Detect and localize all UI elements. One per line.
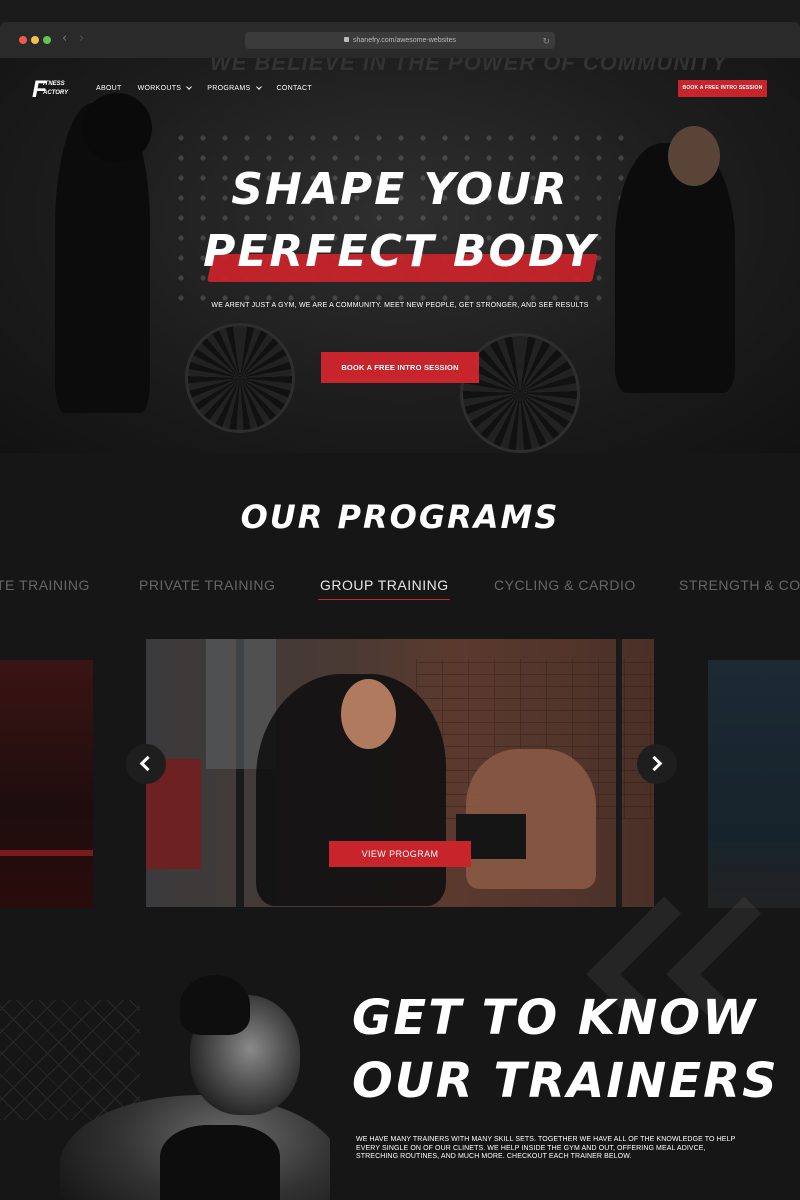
nav-workouts[interactable]: WORKOUTS bbox=[137, 83, 193, 92]
tab-private-training[interactable]: PRIVATE TRAINING bbox=[139, 577, 275, 593]
carousel-prev-button[interactable] bbox=[126, 744, 166, 784]
lock-icon bbox=[344, 36, 350, 42]
browser-chrome: ‹ › shanefry.com/awesome-websites ↻ bbox=[0, 0, 800, 58]
nav-label: PROGRAMS bbox=[207, 85, 251, 92]
logo-line1: ITNESS bbox=[43, 81, 65, 87]
chevron-down-icon bbox=[186, 83, 193, 90]
nav-about[interactable]: ABOUT bbox=[96, 85, 122, 92]
program-tabs: TE TRAINING PRIVATE TRAINING GROUP TRAIN… bbox=[0, 577, 800, 601]
forward-icon[interactable]: › bbox=[79, 31, 84, 46]
left-bike-fan bbox=[185, 323, 295, 433]
address-bar[interactable]: shanefry.com/awesome-websites ↻ bbox=[245, 32, 555, 49]
left-athlete-head bbox=[82, 93, 152, 163]
trainers-title-line2: OUR TRAINERS bbox=[352, 1053, 779, 1109]
carousel-next-button[interactable] bbox=[637, 744, 677, 784]
group-training-slide: VIEW PROGRAM bbox=[146, 639, 654, 907]
programs-title: OUR PROGRAMS bbox=[240, 498, 560, 536]
right-bike-fan bbox=[460, 333, 580, 453]
nav-programs[interactable]: PROGRAMS bbox=[207, 83, 262, 92]
logo-line2: ACTORY bbox=[43, 90, 69, 96]
previous-slide-image[interactable] bbox=[0, 660, 93, 908]
book-intro-hero-button[interactable]: BOOK A FREE INTRO SESSION bbox=[321, 352, 479, 383]
browser-toolbar: ‹ › shanefry.com/awesome-websites ↻ bbox=[0, 22, 800, 58]
nav-label: WORKOUTS bbox=[137, 85, 182, 92]
hero-title-line2: PERFECT BODY bbox=[203, 226, 597, 277]
trainer-image bbox=[40, 975, 330, 1200]
female-athlete-face bbox=[341, 679, 396, 749]
hero-title-line1: SHAPE YOUR bbox=[231, 164, 569, 215]
tab-te-training[interactable]: TE TRAINING bbox=[0, 577, 90, 593]
view-program-button[interactable]: VIEW PROGRAM bbox=[329, 841, 471, 867]
address-url: shanefry.com/awesome-websites bbox=[353, 37, 456, 44]
trainer-top bbox=[160, 1125, 280, 1200]
hero-section: WE BELIEVE IN THE POWER OF COMMUNITY F I… bbox=[0, 58, 800, 453]
trainers-title-line1: GET TO KNOW bbox=[352, 990, 758, 1046]
main-nav: ABOUT WORKOUTS PROGRAMS CONTACT bbox=[96, 83, 312, 92]
next-slide-image[interactable] bbox=[708, 660, 800, 908]
active-tab-underline bbox=[318, 599, 450, 600]
tab-cycling-cardio[interactable]: CYCLING & CARDIO bbox=[494, 577, 636, 593]
nav-contact[interactable]: CONTACT bbox=[277, 85, 312, 92]
fitness-factory-logo[interactable]: F ITNESS ACTORY bbox=[32, 78, 78, 102]
hero-subtitle: WE ARENT JUST A GYM, WE ARE A COMMUNITY.… bbox=[211, 302, 589, 309]
hero-wall-text: WE BELIEVE IN THE POWER OF COMMUNITY bbox=[210, 58, 728, 75]
back-icon[interactable]: ‹ bbox=[62, 31, 67, 46]
trainers-description: WE HAVE MANY TRAINERS WITH MANY SKILL SE… bbox=[356, 1136, 736, 1160]
tab-group-training[interactable]: GROUP TRAINING bbox=[320, 577, 449, 593]
chevron-down-icon bbox=[255, 83, 262, 90]
arrow-right-icon bbox=[646, 755, 663, 772]
window-minimize-button[interactable] bbox=[31, 36, 39, 44]
window-zoom-button[interactable] bbox=[43, 36, 51, 44]
slide-stripe bbox=[0, 850, 93, 856]
window-close-button[interactable] bbox=[19, 36, 27, 44]
nav-label: CONTACT bbox=[276, 85, 312, 92]
tab-strength-conditioning[interactable]: STRENGTH & CON bbox=[679, 577, 800, 593]
arrow-left-icon bbox=[139, 755, 156, 772]
book-intro-header-button[interactable]: BOOK A FREE INTRO SESSION bbox=[678, 80, 767, 97]
trainer-hair bbox=[180, 975, 250, 1035]
nav-label: ABOUT bbox=[96, 85, 122, 92]
reload-icon[interactable]: ↻ bbox=[542, 34, 550, 51]
gym-rack bbox=[616, 639, 622, 907]
